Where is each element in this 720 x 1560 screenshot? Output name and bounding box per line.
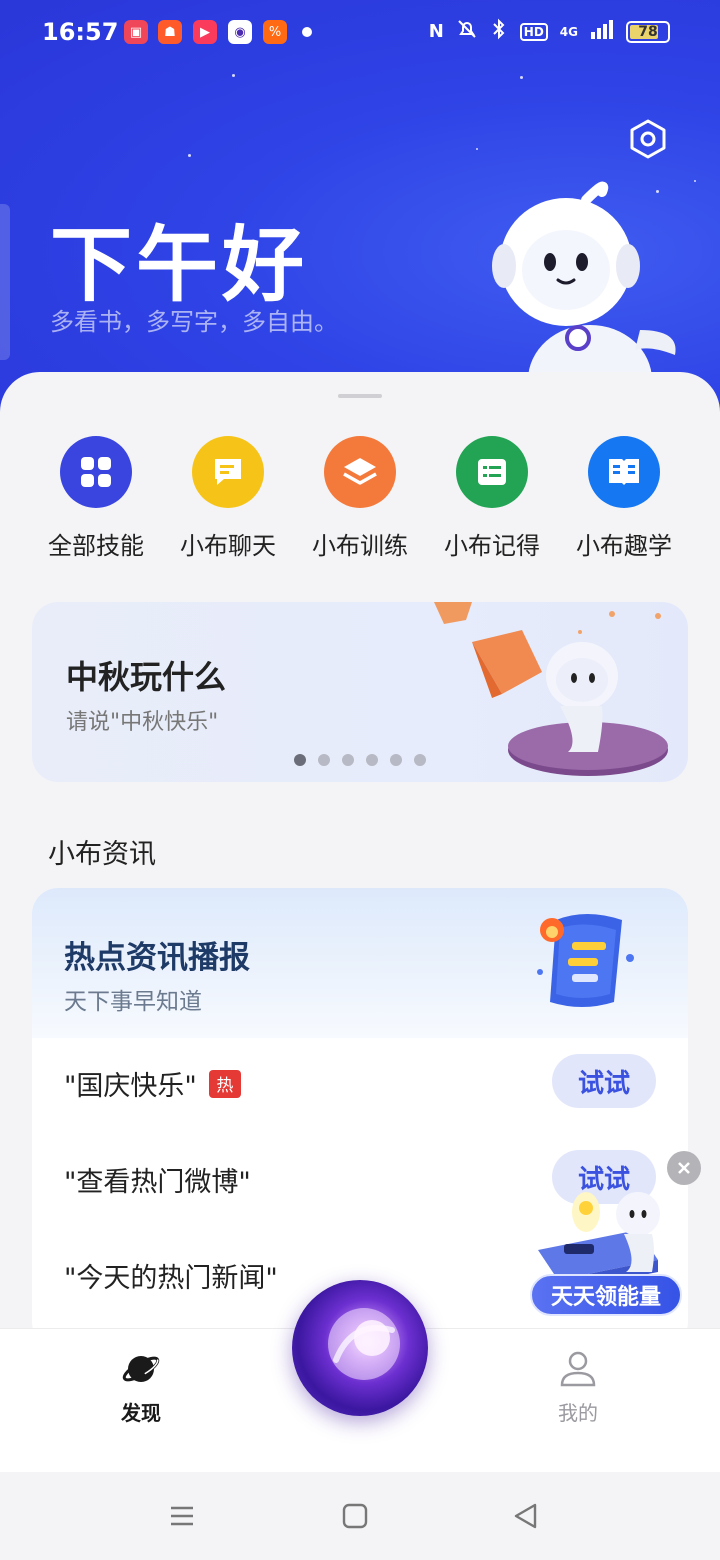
pagination-dot[interactable] [390,754,402,766]
greeting-title: 下午好 [50,218,309,313]
skill-label: 小布训练 [312,532,408,560]
grid-icon [60,436,132,508]
news-item-text: "今天的热门新闻" [64,1263,278,1294]
pagination-dot[interactable] [342,754,354,766]
sheet-drag-handle[interactable] [338,394,382,398]
pagination-dot[interactable] [294,754,306,766]
hd-icon: HD [519,22,548,41]
promo-label[interactable]: 天天领能量 [530,1274,682,1316]
hot-badge: 热 [208,1069,241,1098]
home-icon[interactable] [341,1502,369,1530]
skill-training[interactable]: 小布训练 [294,436,426,561]
news-card-title: 热点资讯播报 [64,940,250,976]
mid-autumn-illustration-icon [434,602,668,776]
list-icon [456,436,528,508]
banner-subtitle: 请说"中秋快乐" [66,710,219,735]
back-icon[interactable] [512,1502,540,1530]
banner-title: 中秋玩什么 [66,658,227,696]
menu-icon[interactable] [168,1502,196,1530]
book-icon [588,436,660,508]
news-item-text: "国庆快乐" [64,1071,197,1102]
browser-app-icon: ◉ [228,20,252,44]
close-icon [678,1162,690,1174]
network-type: 4G [559,24,578,39]
screen-record-icon: ▣ [124,20,148,44]
assistant-orb-icon [328,1308,400,1380]
news-item[interactable]: "今天的热门新闻" [64,1256,278,1295]
skill-chat[interactable]: 小布聊天 [162,436,294,561]
news-item[interactable]: "国庆快乐" 热 [64,1064,241,1103]
layers-icon [324,436,396,508]
news-section-title: 小布资讯 [48,839,156,870]
user-icon [560,1351,596,1387]
skill-label: 小布趣学 [576,532,672,560]
video-app-icon: ▶ [193,20,217,44]
news-card-subtitle: 天下事早知道 [64,989,202,1015]
planet-icon [122,1356,160,1382]
skill-label: 全部技能 [48,532,144,560]
skill-label: 小布记得 [444,532,540,560]
signal-icon [590,18,614,45]
nav-discover[interactable]: 发现 [91,1349,191,1426]
news-card-header[interactable]: 热点资讯播报 天下事早知道 [32,888,688,1038]
skill-label: 小布聊天 [180,532,276,560]
greeting-subtitle: 多看书，多写字，多自由。 [50,308,338,336]
news-item-text: "查看热门微博" [64,1167,251,1198]
pagination-dot[interactable] [366,754,378,766]
mute-icon [456,18,478,45]
settings-hexagon-icon [630,119,666,159]
bluetooth-icon [490,18,508,45]
battery-level: 78 [638,23,658,40]
skill-all[interactable]: 全部技能 [30,436,162,561]
chat-icon [192,436,264,508]
system-navigation-bar [0,1472,720,1560]
skill-learn[interactable]: 小布趣学 [558,436,690,561]
more-notifications-icon [302,27,312,37]
skill-shortcuts: 全部技能 小布聊天 小布训练 小布记得 小布趣学 [30,436,690,561]
skill-remember[interactable]: 小布记得 [426,436,558,561]
nfc-icon: N [428,21,444,42]
try-button[interactable]: 试试 [552,1054,656,1108]
banner-pagination [294,754,426,766]
status-bar: 16:57 ▣ ☗ ▶ ◉ % N HD 4G 78 [0,0,720,64]
voice-assistant-button[interactable] [292,1280,428,1416]
pagination-dot[interactable] [318,754,330,766]
nav-mine[interactable]: 我的 [528,1349,628,1426]
news-scroll-icon [537,914,634,1007]
pagination-dot[interactable] [414,754,426,766]
nav-discover-label: 发现 [121,1401,161,1425]
promo-banner[interactable]: 中秋玩什么 请说"中秋快乐" [32,602,688,782]
promo-close-button[interactable] [667,1151,701,1185]
shop-app-icon: ☗ [158,20,182,44]
battery-icon: 78 [626,20,670,43]
deals-app-icon: % [263,20,287,44]
header: 16:57 ▣ ☗ ▶ ◉ % N HD 4G 78 下午好 多看书，多写字，多… [0,0,720,420]
side-tab[interactable] [0,204,10,360]
news-item[interactable]: "查看热门微博" [64,1160,251,1199]
settings-button[interactable] [626,117,670,161]
status-time: 16:57 [42,18,119,46]
nav-mine-label: 我的 [558,1401,598,1425]
